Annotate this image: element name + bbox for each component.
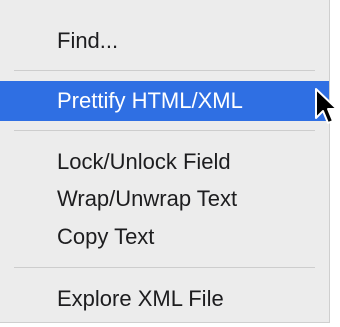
context-menu: Find... Prettify HTML/XML Lock/Unlock Fi… (0, 0, 330, 323)
menu-item-find[interactable]: Find... (0, 23, 329, 59)
menu-separator (14, 267, 315, 268)
menu-item-lock-unlock-field[interactable]: Lock/Unlock Field (0, 144, 329, 180)
menu-separator (14, 70, 315, 71)
menu-item-explore-xml-file[interactable]: Explore XML File (0, 281, 329, 317)
menu-item-prettify-html-xml[interactable]: Prettify HTML/XML (0, 81, 329, 121)
menu-item-copy-text[interactable]: Copy Text (0, 219, 329, 255)
arrow-cursor-icon (315, 88, 338, 124)
menu-item-wrap-unwrap-text[interactable]: Wrap/Unwrap Text (0, 181, 329, 217)
menu-separator (14, 130, 315, 131)
